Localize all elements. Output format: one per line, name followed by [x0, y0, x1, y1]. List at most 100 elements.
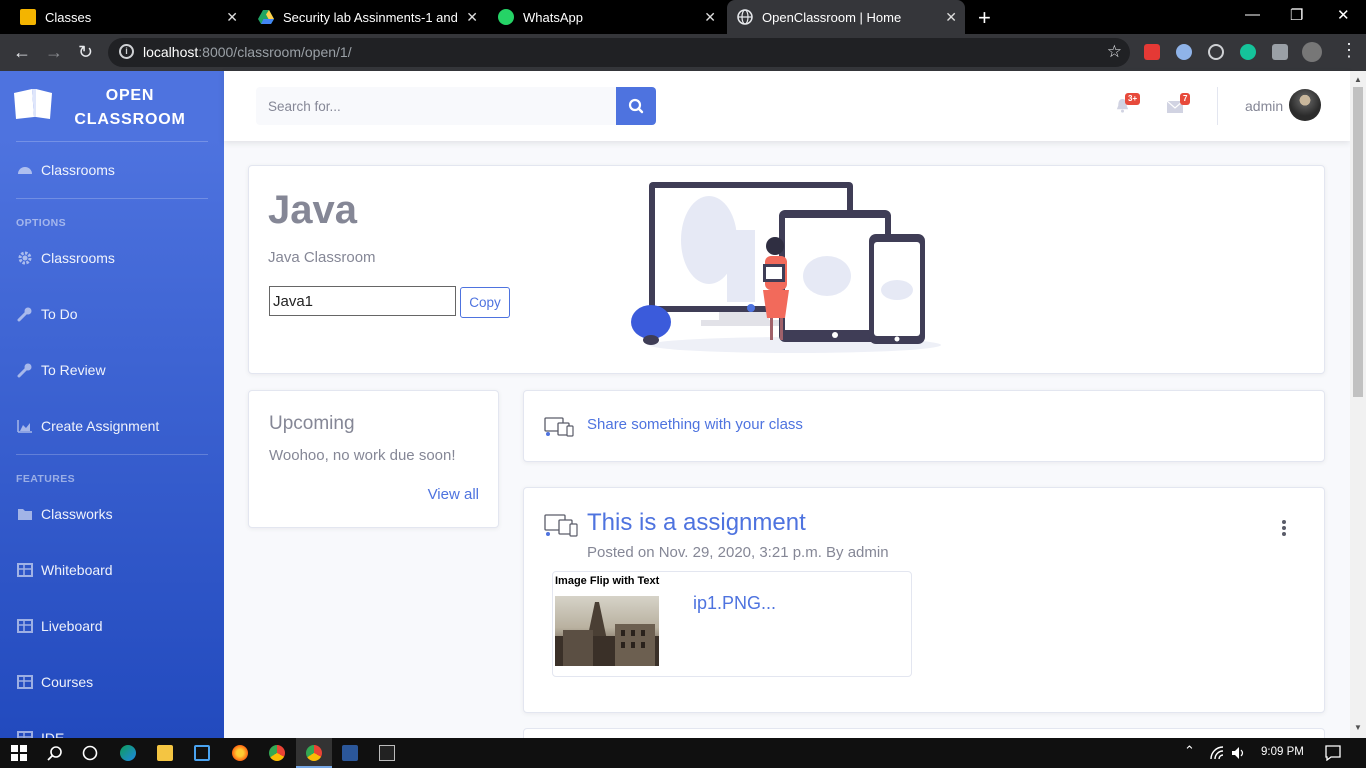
search-button[interactable]: [616, 87, 656, 125]
tab-label: WhatsApp: [523, 9, 583, 25]
profile-avatar-icon[interactable]: [1302, 42, 1322, 62]
restore-icon[interactable]: ❐: [1290, 6, 1303, 24]
sidebar-heading-options: OPTIONS: [16, 217, 67, 229]
classroom-subtitle: Java Classroom: [268, 249, 376, 266]
table-icon: [17, 731, 33, 738]
volume-icon[interactable]: [1231, 745, 1247, 761]
search-input[interactable]: [256, 87, 616, 125]
sidebar-item-create-assignment[interactable]: Create Assignment: [0, 406, 224, 446]
classroom-header-card: Java Java Classroom Copy: [248, 165, 1325, 374]
class-code-field[interactable]: [269, 286, 456, 316]
file-explorer-icon[interactable]: [157, 745, 173, 761]
url-path: :8000/classroom/open/1/: [198, 44, 352, 60]
close-tab-icon[interactable]: ✕: [466, 9, 478, 26]
taskbar-active-app[interactable]: [296, 738, 332, 768]
bookmark-star-icon[interactable]: ☆: [1107, 42, 1122, 62]
copy-button[interactable]: Copy: [460, 287, 510, 318]
page-scrollbar[interactable]: ▲ ▼: [1350, 71, 1366, 738]
wrench-icon: [17, 363, 32, 378]
sidebar-item-to-review[interactable]: To Review: [0, 350, 224, 390]
chrome-icon: [306, 745, 322, 761]
close-window-icon[interactable]: ✕: [1337, 6, 1350, 24]
avatar[interactable]: [1289, 89, 1321, 121]
messages-dropdown[interactable]: 7: [1165, 93, 1195, 118]
sidebar-brand[interactable]: OPEN CLASSROOM: [0, 71, 224, 141]
grammarly-icon[interactable]: [1240, 44, 1256, 60]
tab-whatsapp[interactable]: WhatsApp ✕: [488, 0, 724, 34]
chrome-icon[interactable]: [269, 745, 285, 761]
sidebar-divider: [16, 198, 208, 199]
sidebar: OPEN CLASSROOM Classrooms OPTIONS Classr…: [0, 71, 224, 738]
sidebar-item-ide[interactable]: IDE: [0, 718, 224, 738]
sidebar-item-classrooms[interactable]: Classrooms: [0, 238, 224, 278]
attachment-file-name[interactable]: ip1.PNG...: [693, 593, 776, 614]
open-book-icon: [14, 89, 52, 119]
search-icon[interactable]: [47, 745, 63, 761]
tab-openclassroom[interactable]: OpenClassroom | Home ✕: [727, 0, 965, 34]
windows-start-icon[interactable]: [11, 745, 27, 761]
url-text: localhost:8000/classroom/open/1/: [143, 44, 352, 60]
react-devtools-icon[interactable]: [1208, 44, 1224, 60]
keyboard-icon[interactable]: [194, 745, 210, 761]
sidebar-divider: [16, 454, 208, 455]
task-view-icon[interactable]: [82, 745, 98, 761]
table-icon: [17, 675, 33, 689]
address-bar[interactable]: i localhost:8000/classroom/open/1/ ☆: [108, 38, 1130, 67]
table-icon: [17, 563, 33, 577]
extension-circle-icon[interactable]: [1176, 44, 1192, 60]
notification-center-icon[interactable]: [1325, 745, 1341, 761]
scroll-up-icon[interactable]: ▲: [1354, 75, 1362, 84]
scroll-thumb[interactable]: [1353, 87, 1363, 397]
windows-taskbar: ⌃ 9:09 PM: [0, 738, 1366, 768]
folder-icon: [18, 509, 32, 520]
sidebar-item-classrooms-dashboard[interactable]: Classrooms: [0, 150, 224, 190]
extensions-puzzle-icon[interactable]: [1272, 44, 1288, 60]
upcoming-text: Woohoo, no work due soon!: [269, 447, 456, 464]
firefox-icon[interactable]: [232, 745, 248, 761]
back-icon[interactable]: ←: [13, 42, 31, 63]
scroll-down-icon[interactable]: ▼: [1354, 723, 1362, 732]
minimize-icon[interactable]: —: [1245, 6, 1260, 23]
sidebar-item-classworks[interactable]: Classworks: [0, 494, 224, 534]
close-tab-icon[interactable]: ✕: [945, 9, 957, 26]
new-tab-icon[interactable]: +: [978, 5, 991, 31]
tab-label: Classes: [45, 9, 92, 25]
tab-classes[interactable]: Classes ✕: [10, 0, 246, 34]
tray-chevron-icon[interactable]: ⌃: [1184, 743, 1195, 759]
clock-time[interactable]: 9:09 PM: [1261, 746, 1304, 758]
sidebar-item-label: Liveboard: [41, 618, 103, 634]
alerts-dropdown[interactable]: 3+: [1113, 93, 1143, 118]
forward-icon[interactable]: →: [45, 42, 63, 63]
sidebar-item-liveboard[interactable]: Liveboard: [0, 606, 224, 646]
user-name[interactable]: admin: [1245, 98, 1283, 114]
globe-icon: [737, 9, 753, 25]
close-tab-icon[interactable]: ✕: [226, 9, 238, 26]
share-prompt: Share something with your class: [587, 416, 803, 433]
search-icon: [628, 98, 644, 114]
tab-google-drive[interactable]: Security lab Assinments-1 and 2.docx - G…: [248, 0, 486, 34]
upcoming-title: Upcoming: [269, 413, 355, 434]
browser-menu-icon[interactable]: ⋮: [1340, 40, 1358, 61]
attachment-card[interactable]: Image Flip with Text ip1.PNG...: [552, 571, 912, 677]
close-tab-icon[interactable]: ✕: [704, 9, 716, 26]
command-prompt-icon[interactable]: [379, 745, 395, 761]
view-all-link[interactable]: View all: [428, 486, 479, 503]
eiffel-tower-photo: [555, 602, 659, 666]
sidebar-item-to-do[interactable]: To Do: [0, 294, 224, 334]
word-icon[interactable]: [342, 745, 358, 761]
extension-shield-icon[interactable]: [1144, 44, 1160, 60]
google-drive-icon: [258, 10, 274, 24]
tab-label: OpenClassroom | Home: [762, 9, 902, 25]
assignment-title[interactable]: This is a assignment: [587, 509, 806, 537]
reload-icon[interactable]: ↻: [78, 42, 93, 63]
attachment-thumbnail: [555, 596, 659, 666]
site-info-icon[interactable]: i: [119, 44, 134, 59]
more-options-icon[interactable]: [1280, 520, 1288, 536]
sidebar-item-whiteboard[interactable]: Whiteboard: [0, 550, 224, 590]
sidebar-item-courses[interactable]: Courses: [0, 662, 224, 702]
messages-count-badge: 7: [1180, 93, 1191, 105]
search-group: [256, 87, 656, 125]
share-card[interactable]: Share something with your class: [523, 390, 1325, 462]
wifi-icon[interactable]: [1209, 745, 1225, 761]
edge-icon[interactable]: [120, 745, 136, 761]
